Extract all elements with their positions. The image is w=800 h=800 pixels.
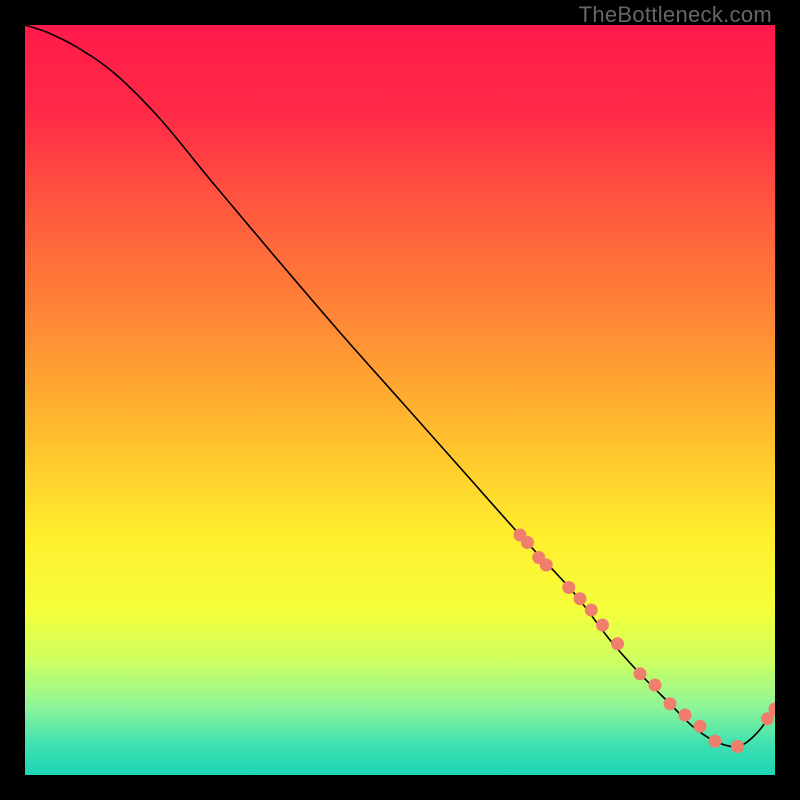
highlight-point	[521, 536, 534, 549]
highlight-point	[664, 697, 677, 710]
highlight-point	[634, 667, 647, 680]
highlight-point	[731, 740, 744, 753]
highlight-points-layer	[25, 25, 775, 775]
highlight-point	[540, 559, 553, 572]
highlight-point	[649, 679, 662, 692]
highlight-point	[574, 592, 587, 605]
highlight-point	[562, 581, 575, 594]
highlight-point	[709, 735, 722, 748]
highlight-point	[679, 709, 692, 722]
plot-area	[25, 25, 775, 775]
highlight-point	[611, 637, 624, 650]
chart-stage: TheBottleneck.com	[0, 0, 800, 800]
highlight-point	[596, 619, 609, 632]
highlight-point	[694, 720, 707, 733]
highlight-point	[585, 604, 598, 617]
